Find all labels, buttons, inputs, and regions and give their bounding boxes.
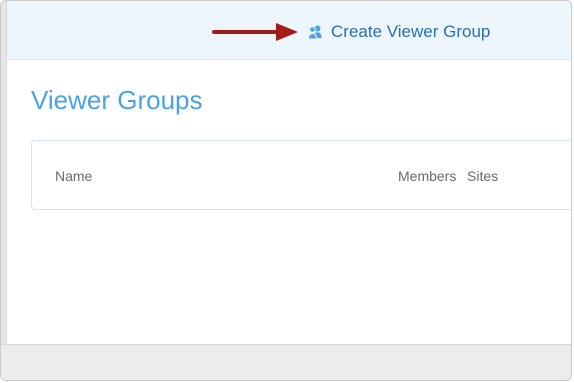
column-header-members[interactable]: Members [398, 168, 456, 184]
users-icon [307, 25, 322, 40]
column-header-sites[interactable]: Sites [467, 168, 498, 184]
create-viewer-group-label: Create Viewer Group [331, 22, 491, 41]
column-header-name[interactable]: Name [55, 168, 92, 184]
page-title: Viewer Groups [31, 85, 203, 115]
annotation-arrow-icon [212, 23, 298, 41]
bottom-bar [1, 344, 571, 380]
app-window: Create Viewer Group Viewer Groups Name M… [0, 0, 572, 381]
viewer-groups-table: Name Members Sites [31, 140, 571, 210]
top-toolbar: Create Viewer Group [7, 1, 571, 60]
create-viewer-group-button[interactable]: Create Viewer Group [307, 19, 490, 45]
